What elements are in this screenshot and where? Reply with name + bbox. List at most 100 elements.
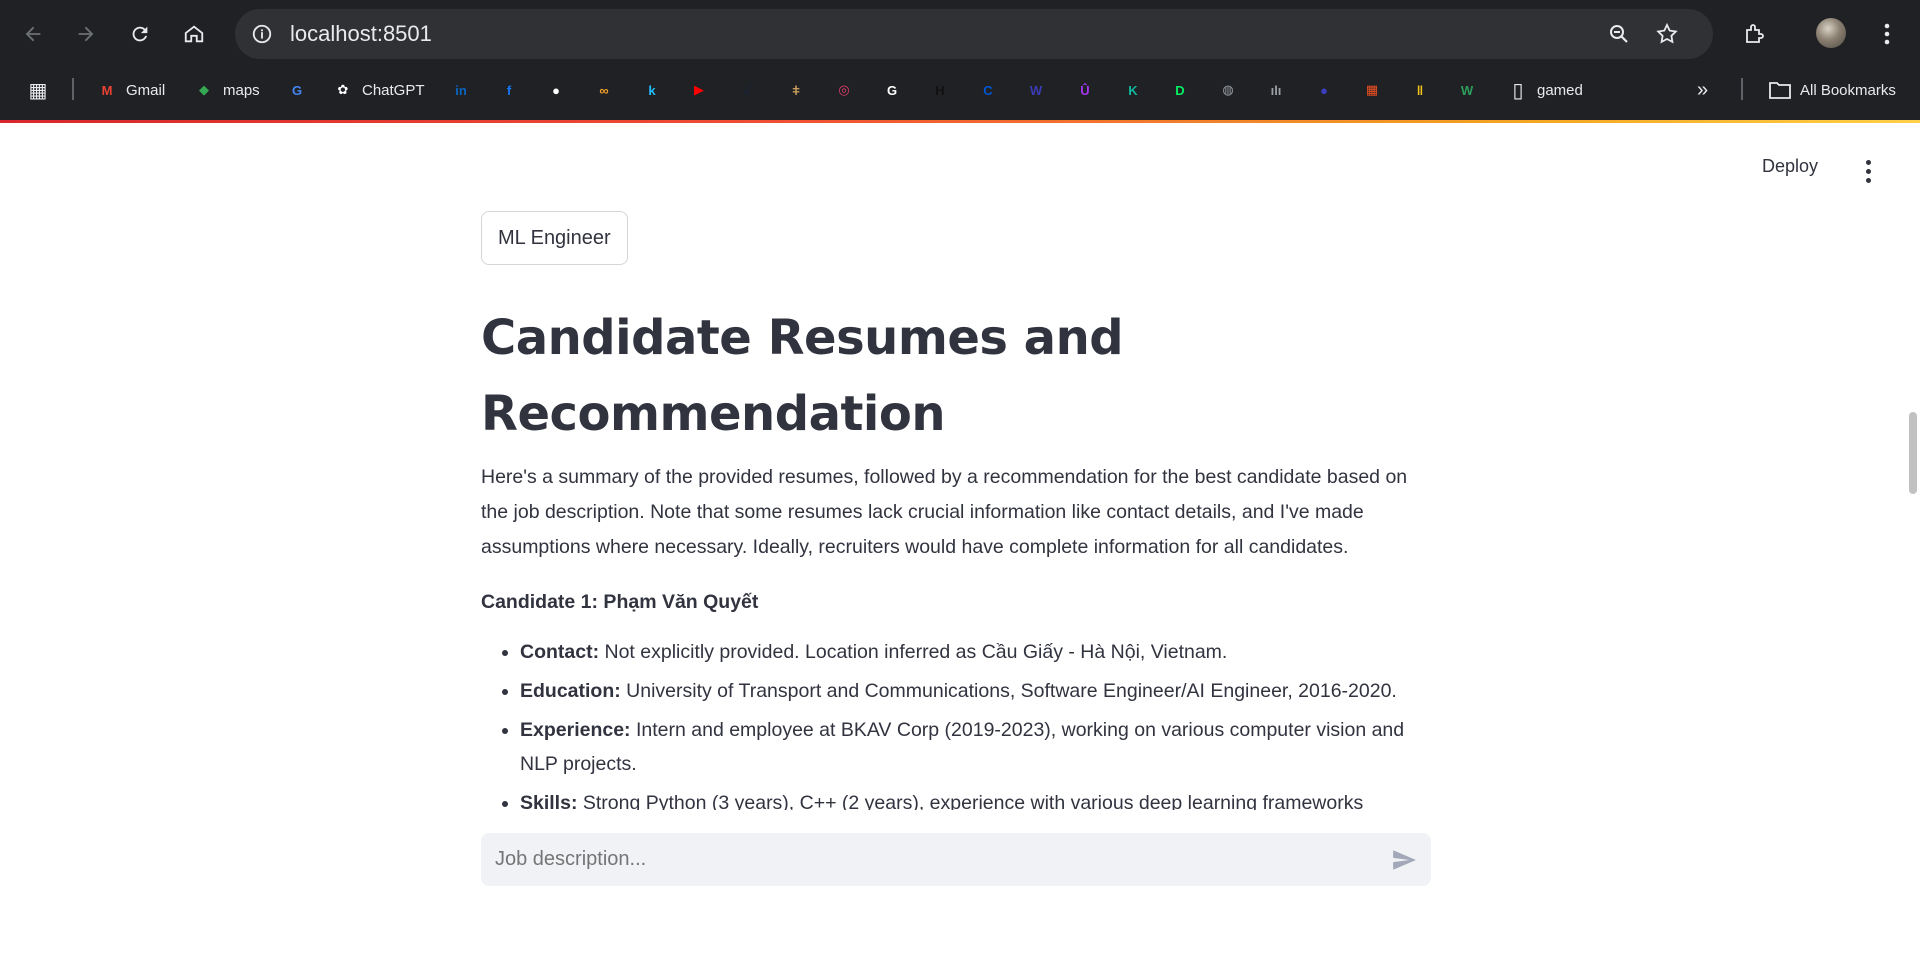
cisco-icon: ılı [1270, 82, 1282, 98]
bookmark-gamed[interactable]: ▯ gamed [1507, 73, 1583, 107]
address-bar[interactable]: localhost:8501 [235, 9, 1713, 59]
hackernoon-icon: H [935, 82, 945, 98]
bookmark-microsoft[interactable]: ▦ [1361, 73, 1383, 107]
bookmark-infinity[interactable]: ∞ [593, 73, 615, 107]
profile-avatar[interactable] [1816, 18, 1846, 48]
bookmark-youtube[interactable]: ▶ [688, 73, 710, 107]
bookmark-hackernoon[interactable]: H [929, 73, 951, 107]
globe-icon: ◍ [1222, 82, 1234, 97]
microsoft-icon: ▦ [1365, 82, 1379, 97]
item-label: Contact: [520, 641, 600, 663]
url-text[interactable]: localhost:8501 [290, 21, 432, 47]
bookmark-w[interactable]: W [1025, 73, 1047, 107]
bookmark-maps[interactable]: ◆ maps [193, 73, 260, 107]
item-text: University of Transport and Communicatio… [620, 680, 1397, 702]
bookmark-apps-grid[interactable]: ▦ [27, 73, 49, 107]
bookmark-swirl[interactable]: ◎ [833, 73, 855, 107]
home-icon [184, 25, 204, 43]
bookmark-cisco[interactable]: ılı [1265, 73, 1287, 107]
bookmark-w-green[interactable]: W [1456, 73, 1478, 107]
list-item: Contact: Not explicitly provided. Locati… [520, 635, 1431, 669]
back-button[interactable] [15, 16, 51, 52]
bookmark-translate[interactable]: G [286, 73, 308, 107]
facebook-icon: f [506, 82, 512, 98]
bookmark-github[interactable]: ● [545, 73, 567, 107]
bookmark-k-green[interactable]: K [1122, 73, 1144, 107]
job-description-input[interactable] [493, 847, 1377, 872]
all-bookmarks-button[interactable]: All Bookmarks [1768, 73, 1896, 107]
zoom-icon[interactable] [1605, 20, 1633, 48]
swirl-icon: ◎ [838, 82, 850, 97]
k-green-icon: K [1128, 82, 1138, 98]
all-bookmarks-label: All Bookmarks [1800, 81, 1896, 99]
bookmark-star-icon[interactable] [1653, 20, 1681, 48]
item-label: Experience: [520, 719, 631, 741]
candidate-heading: Candidate 1: Phạm Văn Quyết [481, 591, 759, 613]
bookmark-dot[interactable]: ● [1313, 73, 1335, 107]
item-text: Not explicitly provided. Location inferr… [599, 641, 1228, 663]
bookmark-facebook[interactable]: f [498, 73, 520, 107]
browser-menu-icon[interactable] [1869, 16, 1905, 52]
bookmark-figure[interactable]: ǂ [785, 73, 807, 107]
chatgpt-icon: ✿ [337, 82, 349, 97]
apps-grid-icon: ▦ [28, 79, 48, 102]
item-text: Strong Python (3 years), C++ (2 years), … [582, 792, 1364, 810]
bookmark-globe[interactable]: ◍ [1217, 73, 1239, 107]
udemy-icon: Û [1080, 82, 1090, 98]
github-icon: ● [552, 82, 560, 98]
w-green-icon: W [1460, 82, 1474, 98]
bookmarks-overflow-button[interactable]: » [1697, 73, 1708, 107]
extensions-icon[interactable] [1736, 16, 1772, 52]
file-icon: ▯ [1512, 79, 1524, 102]
back-arrow-icon [25, 26, 41, 42]
figure-icon: ǂ [792, 82, 800, 98]
translate-icon: G [291, 82, 303, 98]
reload-button[interactable] [122, 16, 158, 52]
bookmark-separator [72, 78, 74, 100]
linkedin-icon: in [455, 82, 467, 98]
role-pill-button[interactable]: ML Engineer [481, 211, 628, 265]
dot-icon: ● [1320, 82, 1328, 98]
candidate-details-list: Contact: Not explicitly provided. Locati… [481, 635, 1431, 810]
bookmark-chatgpt[interactable]: ✿ ChatGPT [332, 73, 425, 107]
chat-input-container [481, 833, 1431, 886]
bookmark-bars[interactable]: ‖ [1409, 73, 1431, 107]
forward-button[interactable] [68, 16, 104, 52]
bookmark-google[interactable]: G [881, 73, 903, 107]
bookmark-label: gamed [1537, 81, 1583, 99]
app-top-accent-line [0, 120, 1920, 123]
kaggle-icon: k [648, 82, 656, 98]
reload-icon [132, 26, 148, 42]
bookmark-checkmark[interactable]: √ [736, 73, 758, 107]
page-scrollbar[interactable] [1909, 412, 1917, 494]
bookmark-datacamp[interactable]: D [1169, 73, 1191, 107]
item-label: Skills: [520, 792, 578, 810]
bookmark-kaggle[interactable]: k [641, 73, 663, 107]
bookmark-label: maps [223, 81, 260, 99]
infinity-icon: ∞ [599, 82, 609, 98]
gmail-icon: M [101, 82, 113, 98]
send-icon[interactable] [1391, 847, 1417, 873]
browser-chrome: localhost:8501 ▦ M Gmail ◆ maps G ✿ ChatGPT in f ●… [0, 0, 1920, 123]
bookmark-gmail[interactable]: M Gmail [96, 73, 166, 107]
bookmark-label: Gmail [126, 81, 166, 99]
bookmark-linkedin[interactable]: in [450, 73, 472, 107]
summary-paragraph: Here's a summary of the provided resumes… [481, 466, 1408, 558]
bookmarks-bar: ▦ M Gmail ◆ maps G ✿ ChatGPT in f ● ∞ k ▶ √ ǂ ◎ G H C W Û K D ◍ ı… [0, 73, 1920, 107]
list-item: Experience: Intern and employee at BKAV … [520, 713, 1431, 781]
bookmark-coursera[interactable]: C [977, 73, 999, 107]
home-button[interactable] [176, 16, 212, 52]
youtube-icon: ▶ [694, 82, 704, 97]
bookmark-udemy[interactable]: Û [1074, 73, 1096, 107]
app-menu-icon[interactable] [1858, 156, 1878, 186]
page-title: Candidate Resumes and Recommendation [481, 310, 1124, 442]
list-item: Education: University of Transport and C… [520, 674, 1431, 708]
bars-icon: ‖ [1416, 82, 1424, 98]
w-icon: W [1029, 82, 1043, 98]
site-info-icon[interactable] [249, 21, 275, 47]
bookmark-separator [1741, 78, 1743, 100]
deploy-button[interactable]: Deploy [1762, 156, 1818, 177]
maps-icon: ◆ [199, 82, 209, 97]
item-text: Intern and employee at BKAV Corp (2019-2… [520, 719, 1405, 775]
bookmark-label: ChatGPT [362, 81, 425, 99]
